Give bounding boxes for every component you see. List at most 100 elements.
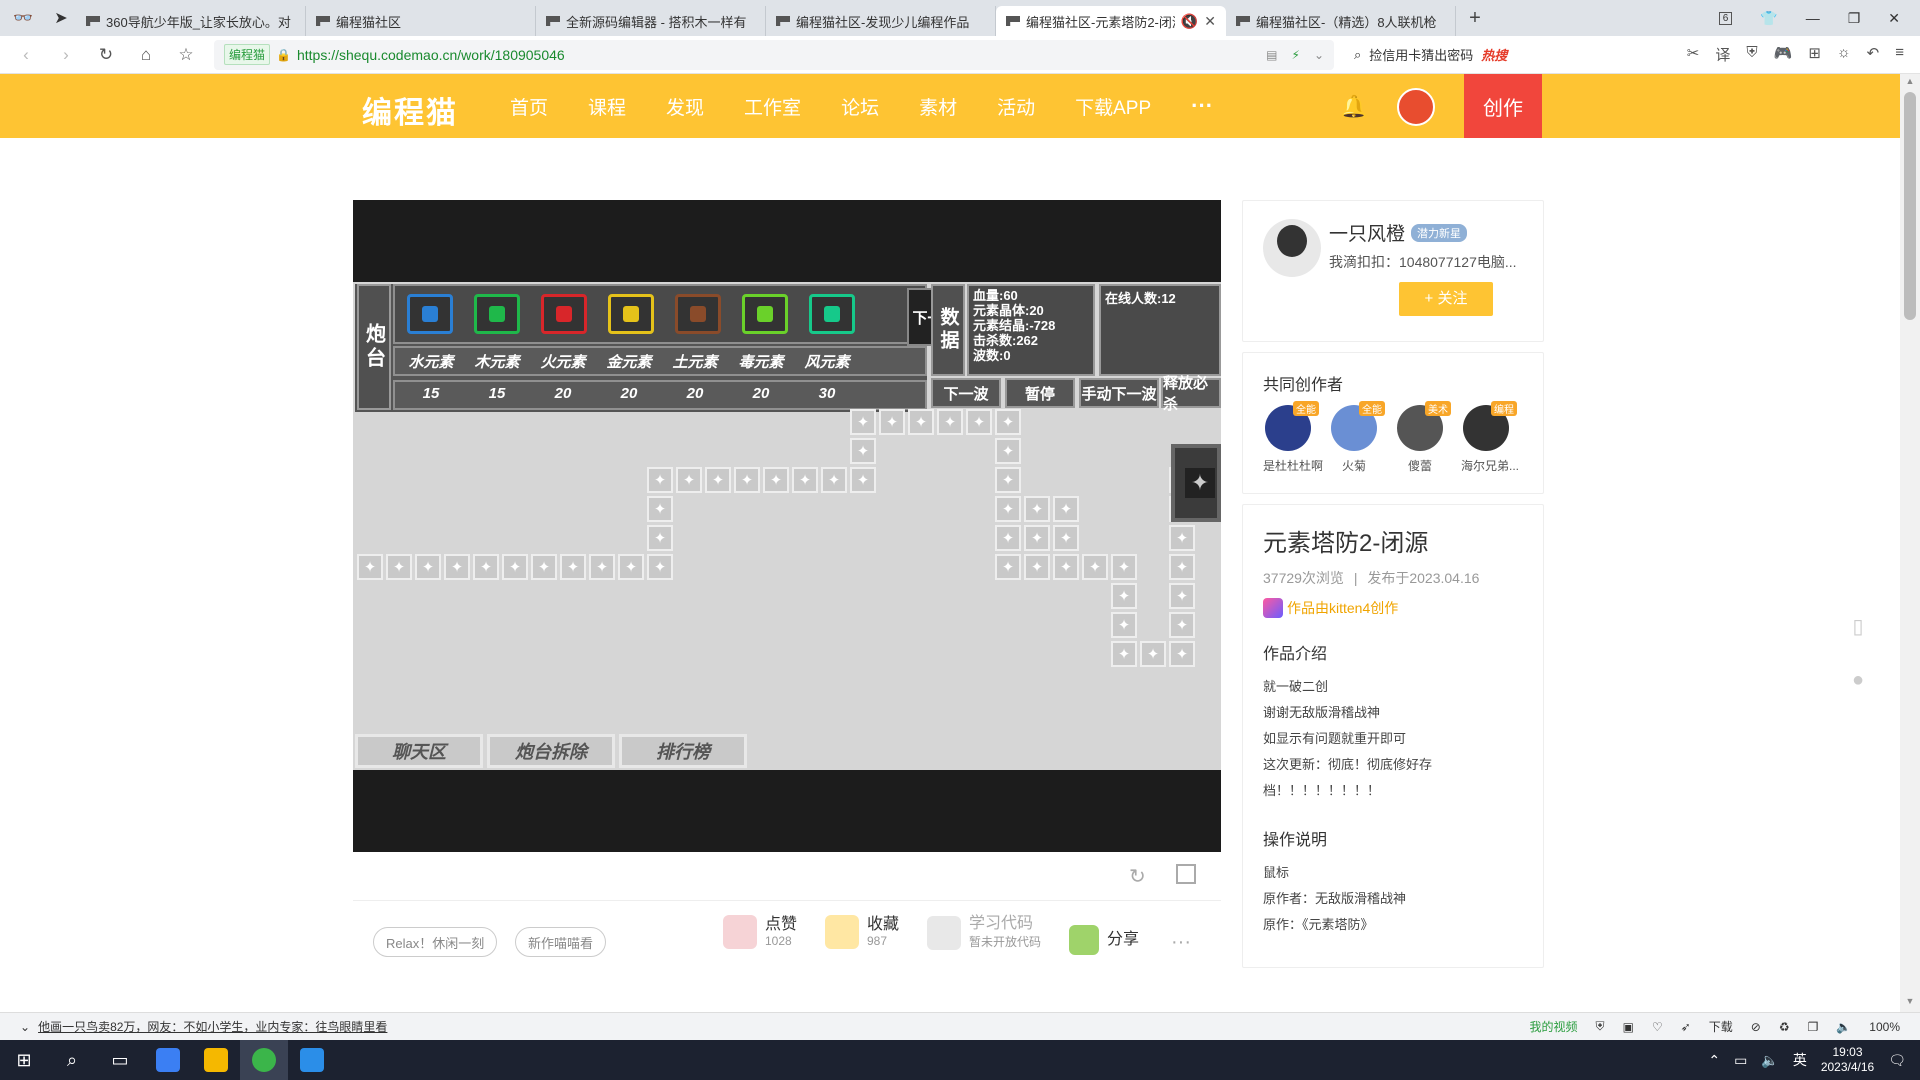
scroll-thumb[interactable] — [1904, 92, 1916, 320]
sound-icon[interactable]: 🔈 — [1761, 1052, 1778, 1069]
shield-status-icon[interactable]: ⛨ — [1596, 1019, 1605, 1034]
home-icon[interactable]: ⌂ — [132, 45, 160, 65]
turret-icon[interactable] — [675, 294, 721, 334]
turret-icon[interactable] — [809, 294, 855, 334]
notification-icon[interactable]: 🗨 — [1888, 1052, 1906, 1069]
forward-icon[interactable]: › — [52, 45, 80, 65]
my-video-button[interactable]: 我的视频 — [1530, 1018, 1578, 1035]
co-author[interactable]: 全能 火菊 — [1329, 401, 1385, 474]
close-tab-icon[interactable]: ✕ — [1204, 13, 1216, 30]
recycle-icon[interactable]: ♻ — [1779, 1020, 1790, 1034]
nav-home[interactable]: 首页 — [510, 93, 548, 120]
window-icon[interactable]: ❐ — [1808, 1020, 1819, 1034]
page-scrollbar[interactable]: ▲ ▼ — [1900, 74, 1920, 1012]
incognito-icon[interactable]: 👓 — [8, 3, 38, 33]
app-w-icon[interactable] — [288, 1040, 336, 1080]
translate-icon[interactable]: 译 — [1715, 44, 1730, 65]
follow-button[interactable]: + 关注 — [1399, 282, 1493, 316]
co-author[interactable]: 美术 傻蕾 — [1395, 401, 1451, 474]
site-logo[interactable]: 编程猫 — [362, 88, 458, 132]
app-360-browser-icon[interactable] — [240, 1040, 288, 1080]
image-icon[interactable]: ▣ — [1623, 1020, 1634, 1034]
turret-icon[interactable] — [608, 294, 654, 334]
author-name[interactable]: 一只风橙 — [1329, 219, 1405, 246]
url-input[interactable]: 编程猫 🔒 https://shequ.codemao.cn/work/1809… — [214, 39, 1334, 70]
co-author[interactable]: 编程 海尔兄弟... — [1461, 401, 1519, 474]
phone-icon[interactable]: ▯ — [1836, 604, 1880, 648]
system-clock[interactable]: 19:03 2023/4/16 — [1821, 1045, 1874, 1075]
hot-search[interactable]: ⌕ 捡信用卡猜出密码 热搜 — [1354, 45, 1507, 64]
close-window-button[interactable]: ✕ — [1888, 10, 1900, 27]
browser-tab[interactable]: 全新源码编辑器 - 搭积木一样有 — [536, 6, 766, 36]
undo-icon[interactable]: ↶ — [1867, 44, 1880, 65]
share-button[interactable]: 分享 — [1069, 925, 1139, 955]
tag-new-works[interactable]: 新作喵喵看 — [515, 927, 607, 957]
turret-remove-tab[interactable]: 炮台拆除 — [487, 734, 615, 768]
nav-more[interactable]: ··· — [1191, 93, 1213, 119]
browser-tab[interactable]: 360导航少年版_让家长放心。对 — [76, 6, 306, 36]
block-icon[interactable]: ⊘ — [1751, 1020, 1761, 1034]
nav-studio[interactable]: 工作室 — [744, 93, 801, 120]
made-with-kitten[interactable]: 作品由kitten4创作 — [1263, 598, 1523, 618]
game-icon[interactable]: 🎮 — [1774, 44, 1793, 65]
browser-tab[interactable]: 编程猫社区-（精选）8人联机枪 — [1226, 6, 1456, 36]
minimize-button[interactable]: — — [1806, 10, 1820, 26]
navigate-icon[interactable]: ➤ — [46, 3, 76, 33]
manual-next-wave-button[interactable]: 手动下一波 — [1079, 378, 1159, 408]
like-button[interactable]: 点赞 1028 — [723, 915, 797, 949]
mute-icon[interactable]: 🔇 — [1181, 13, 1198, 30]
browser-tab[interactable]: 编程猫社区 — [306, 6, 536, 36]
learn-code-button[interactable]: 学习代码 暂未开放代码 — [927, 915, 1041, 950]
apps-grid-icon[interactable]: ⊞ — [1808, 44, 1821, 65]
next-wave-button[interactable]: 下一波 — [931, 378, 1001, 408]
leaderboard-tab[interactable]: 排行榜 — [619, 734, 747, 768]
co-author[interactable]: 全能 是杜杜杜啊 — [1263, 401, 1323, 474]
collect-button[interactable]: 收藏 987 — [825, 915, 899, 949]
browser-tab[interactable]: 编程猫社区-元素塔防2-闭源 🔇 ✕ — [996, 6, 1226, 36]
chevron-down-icon[interactable]: ⌄ — [1314, 48, 1324, 62]
turret-icon[interactable] — [474, 294, 520, 334]
game-canvas[interactable]: 炮台 下一页 水元素 木元素 火元素 金元素 土元素 毒元素 风元素 15 15 20 20 20 2… — [353, 282, 1221, 770]
create-button[interactable]: 创作 — [1464, 74, 1542, 138]
shirt-icon[interactable]: 👕 — [1760, 10, 1777, 27]
game-player[interactable]: 炮台 下一页 水元素 木元素 火元素 金元素 土元素 毒元素 风元素 15 15 20 20 20 2… — [353, 200, 1221, 852]
tag-relax[interactable]: Relax！休闲一刻 — [373, 927, 498, 957]
chat-tab[interactable]: 聊天区 — [355, 734, 483, 768]
refresh-icon[interactable]: ↻ — [92, 45, 120, 65]
heart-icon[interactable]: ♡ — [1652, 1020, 1663, 1034]
nav-materials[interactable]: 素材 — [919, 93, 957, 120]
app-folder-icon[interactable] — [192, 1040, 240, 1080]
rocket-icon[interactable]: ➶ — [1681, 1020, 1691, 1034]
search-taskbar-icon[interactable]: ⌕ — [48, 1040, 96, 1080]
nav-courses[interactable]: 课程 — [588, 93, 626, 120]
bookmark-star-icon[interactable]: ☆ — [172, 45, 200, 65]
user-avatar[interactable] — [1397, 88, 1435, 126]
ultimate-button[interactable]: 释放必杀 — [1161, 375, 1221, 413]
nav-discover[interactable]: 发现 — [666, 93, 704, 120]
scissors-icon[interactable]: ✂ — [1687, 44, 1700, 65]
task-view-icon[interactable]: ▭ — [96, 1040, 144, 1080]
download-button[interactable]: 下载 — [1709, 1018, 1733, 1035]
bell-icon[interactable]: 🔔 — [1340, 94, 1367, 119]
app-feishu-icon[interactable] — [144, 1040, 192, 1080]
nav-events[interactable]: 活动 — [997, 93, 1035, 120]
tab-count[interactable]: 6 — [1718, 11, 1733, 25]
more-actions[interactable]: ··· — [1171, 931, 1191, 954]
lightning-icon[interactable]: ⚡ — [1292, 48, 1300, 62]
turret-icon[interactable] — [742, 294, 788, 334]
restart-icon[interactable]: ↻ — [1129, 864, 1146, 889]
nav-forum[interactable]: 论坛 — [841, 93, 879, 120]
tray-up-icon[interactable]: ⌃ — [1708, 1052, 1720, 1069]
ime-indicator[interactable]: 英 — [1793, 1050, 1807, 1070]
menu-icon[interactable]: ≡ — [1895, 44, 1904, 65]
turret-icon[interactable] — [541, 294, 587, 334]
nav-download-app[interactable]: 下载APP — [1075, 93, 1151, 120]
browser-tab[interactable]: 编程猫社区-发现少儿编程作品 — [766, 6, 996, 36]
pause-button[interactable]: 暂停 — [1005, 378, 1075, 408]
qq-icon[interactable]: ● — [1836, 658, 1880, 702]
start-icon[interactable]: ⊞ — [0, 1040, 48, 1080]
reader-icon[interactable]: ▤ — [1266, 48, 1277, 62]
new-tab-button[interactable]: + — [1460, 7, 1490, 30]
scroll-down-icon[interactable]: ▼ — [1904, 996, 1916, 1008]
news-ticker[interactable]: 他画一只鸟卖82万，网友：不如小学生，业内专家：往鸟眼睛里看 — [38, 1018, 387, 1035]
